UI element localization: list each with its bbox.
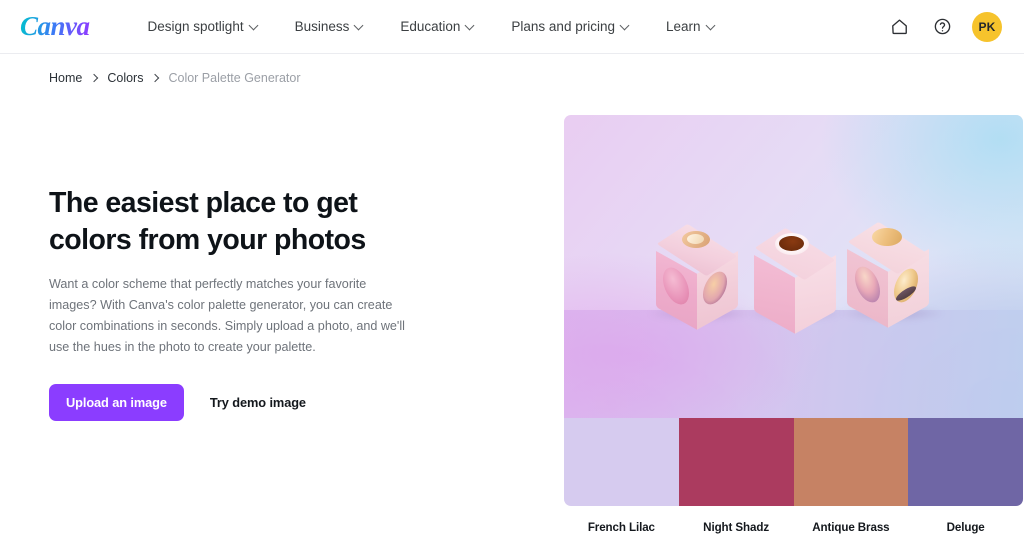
preview-photo[interactable] bbox=[564, 115, 1023, 418]
swatch-label: Antique Brass #C68264 bbox=[794, 521, 909, 536]
nav-item-plans-and-pricing[interactable]: Plans and pricing bbox=[493, 11, 648, 42]
cta-row: Upload an image Try demo image bbox=[49, 384, 500, 422]
main-content: The easiest place to get colors from you… bbox=[0, 85, 1024, 536]
cube-group bbox=[564, 207, 1023, 334]
chevron-down-icon bbox=[250, 21, 259, 30]
nav-item-education[interactable]: Education bbox=[382, 11, 493, 42]
swatch-label: Night Shadz #AB3B5F bbox=[679, 521, 794, 536]
cube-right bbox=[847, 221, 929, 328]
breadcrumb-item-home[interactable]: Home bbox=[49, 71, 82, 85]
nav-label: Education bbox=[400, 19, 461, 34]
cube-left bbox=[656, 223, 738, 330]
palette-preview-column: French Lilac #D6CBEF Night Shadz #AB3B5F… bbox=[564, 85, 1024, 536]
cube-orb bbox=[872, 228, 902, 246]
chevron-down-icon bbox=[621, 21, 630, 30]
color-swatch[interactable] bbox=[678, 418, 794, 506]
header-actions: PK bbox=[886, 11, 1002, 42]
nav-label: Plans and pricing bbox=[511, 19, 615, 34]
nav-item-design-spotlight[interactable]: Design spotlight bbox=[130, 11, 277, 42]
chevron-down-icon bbox=[707, 21, 716, 30]
chevron-right-icon bbox=[152, 75, 159, 82]
swatch-name: Antique Brass bbox=[812, 521, 890, 534]
hero-text-column: The easiest place to get colors from you… bbox=[0, 85, 500, 533]
color-swatch-labels: French Lilac #D6CBEF Night Shadz #AB3B5F… bbox=[564, 506, 1023, 536]
cube-opening bbox=[779, 236, 804, 251]
site-header: Canva Design spotlight Business Educatio… bbox=[0, 0, 1024, 54]
breadcrumb-item-current: Color Palette Generator bbox=[168, 71, 301, 85]
swatch-label: Deluge #6F66A5 bbox=[908, 521, 1023, 536]
swatch-name: French Lilac bbox=[587, 521, 655, 534]
nav-label: Business bbox=[294, 19, 350, 34]
user-avatar[interactable]: PK bbox=[972, 11, 1002, 42]
nav-item-learn[interactable]: Learn bbox=[648, 11, 734, 42]
swatch-name: Deluge bbox=[946, 521, 985, 534]
breadcrumb: Home Colors Color Palette Generator bbox=[0, 54, 1024, 85]
nav-item-business[interactable]: Business bbox=[277, 11, 383, 42]
home-icon[interactable] bbox=[886, 14, 912, 40]
color-swatch-bar bbox=[564, 418, 1023, 506]
nav-label: Design spotlight bbox=[147, 19, 244, 34]
breadcrumb-item-colors[interactable]: Colors bbox=[107, 71, 143, 85]
swatch-label: French Lilac #D6CBEF bbox=[564, 521, 679, 536]
try-demo-image-button[interactable]: Try demo image bbox=[208, 389, 308, 416]
page-description: Want a color scheme that perfectly match… bbox=[49, 276, 405, 354]
nav-label: Learn bbox=[665, 19, 701, 34]
color-swatch[interactable] bbox=[908, 418, 1023, 506]
page-title: The easiest place to get colors from you… bbox=[49, 187, 366, 256]
color-swatch[interactable] bbox=[564, 418, 679, 506]
swatch-name: Night Shadz bbox=[703, 521, 770, 534]
help-circle-icon[interactable] bbox=[929, 14, 955, 40]
cube-center bbox=[754, 227, 836, 334]
color-swatch[interactable] bbox=[793, 418, 909, 506]
chevron-down-icon bbox=[466, 21, 475, 30]
chevron-right-icon bbox=[91, 75, 98, 82]
main-navigation: Design spotlight Business Education Plan… bbox=[130, 11, 734, 42]
canva-logo[interactable]: Canva bbox=[20, 11, 96, 42]
chevron-down-icon bbox=[355, 21, 364, 30]
cube-orb-highlight bbox=[687, 234, 704, 244]
palette-preview-card bbox=[564, 115, 1023, 506]
upload-an-image-button[interactable]: Upload an image bbox=[49, 384, 184, 422]
